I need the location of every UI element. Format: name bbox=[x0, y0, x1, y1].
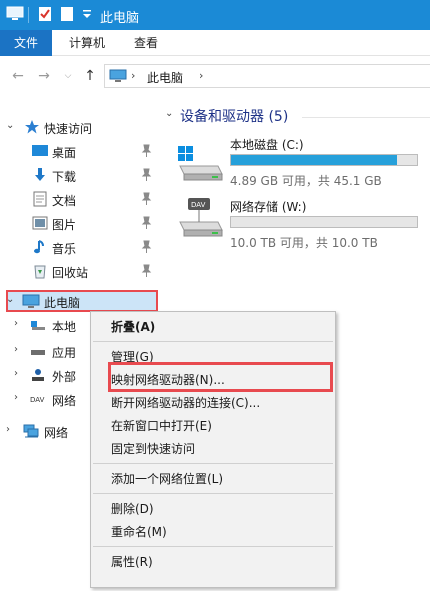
new-folder-icon[interactable] bbox=[60, 6, 74, 25]
network-drive-icon: DAV bbox=[178, 192, 224, 247]
nav-item-pictures[interactable]: 图片 bbox=[0, 212, 158, 234]
nav-item-quick-access[interactable]: ⌄ 快速访问 bbox=[0, 116, 158, 138]
title-bar: 此电脑 bbox=[0, 0, 430, 30]
nav-label: 网络 bbox=[52, 394, 77, 408]
pin-icon[interactable] bbox=[140, 168, 152, 182]
nav-label: 音乐 bbox=[52, 242, 77, 256]
collapse-chevron-icon[interactable]: › bbox=[14, 392, 18, 403]
drive-item-w[interactable]: DAV 网络存储 (W:) 10.0 TB 可用，共 10.0 TB bbox=[170, 192, 428, 250]
nav-label: 回收站 bbox=[52, 266, 89, 280]
user-drive-icon bbox=[30, 367, 46, 383]
menu-separator bbox=[93, 546, 333, 547]
drive-icon bbox=[30, 343, 46, 359]
menu-item-add-network-location[interactable]: 添加一个网络位置(L) bbox=[111, 470, 223, 487]
collapse-chevron-icon[interactable]: › bbox=[6, 424, 10, 435]
desktop-icon bbox=[32, 143, 48, 159]
back-arrow-icon[interactable]: ← bbox=[10, 68, 26, 84]
menu-separator bbox=[93, 493, 333, 494]
menu-item-properties[interactable]: 属性(R) bbox=[111, 553, 153, 570]
nav-label: 文档 bbox=[52, 194, 77, 208]
network-icon bbox=[22, 423, 39, 439]
address-bar[interactable]: › 此电脑 › bbox=[104, 64, 430, 88]
nav-label: 本地 bbox=[52, 320, 77, 334]
nav-label: 快速访问 bbox=[44, 122, 93, 136]
tab-view[interactable]: 查看 bbox=[128, 30, 164, 56]
windows-drive-icon bbox=[178, 144, 224, 185]
expand-chevron-icon[interactable]: ⌄ bbox=[6, 294, 14, 305]
ribbon: 文件 计算机 查看 bbox=[0, 30, 430, 56]
menu-item-delete[interactable]: 删除(D) bbox=[111, 500, 154, 517]
local-disk-icon bbox=[30, 317, 46, 333]
up-arrow-icon[interactable]: ↑ bbox=[82, 68, 98, 84]
drive-name: 网络存储 (W:) bbox=[230, 200, 307, 214]
picture-icon bbox=[32, 215, 48, 231]
nav-label: 应用 bbox=[52, 346, 77, 360]
menu-separator bbox=[93, 341, 333, 342]
recent-locations-chevron-icon[interactable]: ⌵ bbox=[60, 68, 76, 84]
document-icon bbox=[32, 191, 48, 207]
nav-item-documents[interactable]: 文档 bbox=[0, 188, 158, 210]
drive-item-c[interactable]: 本地磁盘 (C:) 4.89 GB 可用，共 45.1 GB bbox=[170, 132, 428, 188]
title-separator bbox=[28, 7, 29, 23]
drive-space-info: 4.89 GB 可用，共 45.1 GB bbox=[230, 174, 382, 188]
tab-computer[interactable]: 计算机 bbox=[62, 30, 112, 56]
collapse-chevron-icon[interactable]: › bbox=[14, 344, 18, 355]
menu-item-open-in-new-window[interactable]: 在新窗口中打开(E) bbox=[111, 417, 212, 434]
forward-arrow-icon[interactable]: → bbox=[36, 68, 52, 84]
tab-file[interactable]: 文件 bbox=[0, 30, 52, 56]
nav-label: 外部 bbox=[52, 370, 77, 384]
breadcrumb-chevron-icon[interactable]: › bbox=[199, 69, 203, 82]
menu-item-rename[interactable]: 重命名(M) bbox=[111, 523, 167, 540]
nav-item-downloads[interactable]: 下载 bbox=[0, 164, 158, 186]
pin-icon[interactable] bbox=[140, 144, 152, 158]
context-menu: 折叠(A) 管理(G) 映射网络驱动器(N)... 断开网络驱动器的连接(C).… bbox=[90, 311, 336, 588]
pin-icon[interactable] bbox=[140, 264, 152, 278]
collapse-chevron-icon[interactable]: › bbox=[14, 368, 18, 379]
drive-usage-bar bbox=[230, 154, 418, 166]
nav-item-desktop[interactable]: 桌面 bbox=[0, 140, 158, 162]
group-header-devices[interactable]: 设备和驱动器 (5) bbox=[180, 106, 288, 126]
computer-icon bbox=[22, 293, 40, 309]
group-collapse-chevron-icon[interactable]: ⌄ bbox=[165, 108, 173, 119]
expand-chevron-icon[interactable]: ⌄ bbox=[6, 120, 14, 131]
recycle-bin-icon bbox=[32, 263, 48, 279]
svg-text:DAV: DAV bbox=[30, 396, 45, 404]
nav-item-this-pc[interactable]: ⌄ 此电脑 bbox=[6, 290, 158, 312]
drive-usage-bar bbox=[230, 216, 418, 228]
address-row: ← → ⌵ ↑ › 此电脑 › bbox=[0, 60, 430, 92]
properties-icon[interactable] bbox=[38, 6, 52, 25]
pin-icon[interactable] bbox=[140, 216, 152, 230]
star-icon bbox=[24, 119, 40, 135]
nav-label: 下载 bbox=[52, 170, 77, 184]
group-divider bbox=[302, 117, 430, 118]
nav-item-recycle-bin[interactable]: 回收站 bbox=[0, 260, 158, 282]
highlight-box-map-network-drive bbox=[108, 362, 333, 392]
drive-name: 本地磁盘 (C:) bbox=[230, 138, 304, 152]
menu-separator bbox=[93, 463, 333, 464]
quick-access-toolbar-dropdown-icon[interactable] bbox=[82, 9, 92, 23]
drive-space-info: 10.0 TB 可用，共 10.0 TB bbox=[230, 236, 378, 250]
breadcrumb-chevron-icon[interactable]: › bbox=[131, 69, 135, 82]
pin-icon[interactable] bbox=[140, 192, 152, 206]
drive-usage-fill bbox=[231, 155, 397, 165]
nav-label: 桌面 bbox=[52, 146, 77, 160]
breadcrumb-this-pc[interactable]: 此电脑 bbox=[147, 69, 183, 86]
nav-label: 图片 bbox=[52, 218, 77, 232]
nav-item-music[interactable]: 音乐 bbox=[0, 236, 158, 258]
menu-item-pin-to-quick-access[interactable]: 固定到快速访问 bbox=[111, 440, 195, 457]
nav-label: 网络 bbox=[44, 426, 69, 440]
menu-item-collapse[interactable]: 折叠(A) bbox=[111, 318, 155, 335]
collapse-chevron-icon[interactable]: › bbox=[14, 318, 18, 329]
computer-icon bbox=[109, 69, 127, 86]
window-title: 此电脑 bbox=[100, 11, 140, 26]
music-note-icon bbox=[32, 239, 48, 255]
download-arrow-icon bbox=[32, 167, 48, 183]
nav-label: 此电脑 bbox=[44, 296, 81, 310]
pin-icon[interactable] bbox=[140, 240, 152, 254]
svg-text:DAV: DAV bbox=[191, 201, 206, 209]
dav-drive-icon: DAV bbox=[30, 391, 46, 407]
menu-item-disconnect-network-drive[interactable]: 断开网络驱动器的连接(C)... bbox=[111, 394, 260, 411]
computer-icon[interactable] bbox=[6, 6, 24, 25]
